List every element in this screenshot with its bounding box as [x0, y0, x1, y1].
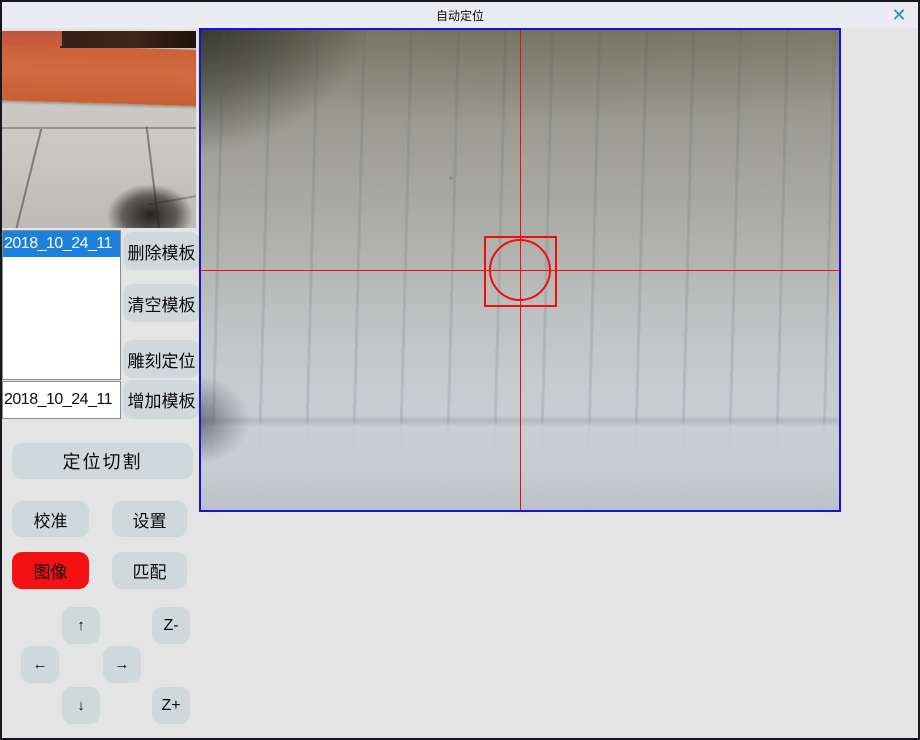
jog-up-button[interactable]: ↑ [62, 607, 100, 644]
title-bar: 自动定位 ✕ [2, 2, 918, 28]
auto-position-dialog: 自动定位 ✕ 2018_10_24_11 删除模板 清空模板 雕刻定位 增加模板… [0, 0, 920, 740]
template-name-input[interactable] [2, 381, 121, 419]
jog-left-button[interactable]: ← [21, 646, 59, 683]
close-icon[interactable]: ✕ [886, 3, 912, 27]
template-list-item[interactable]: 2018_10_24_11 [3, 231, 120, 257]
calibrate-button[interactable]: 校准 [12, 501, 89, 537]
thumbnail-grout-line [8, 129, 42, 228]
jog-z-minus-button[interactable]: Z- [152, 607, 190, 644]
template-thumbnail [2, 31, 196, 228]
engrave-position-button[interactable]: 雕刻定位 [123, 340, 200, 378]
thumbnail-dark-object [90, 172, 196, 228]
jog-down-button[interactable]: ↓ [62, 687, 100, 724]
position-cut-button[interactable]: 定位切割 [12, 443, 193, 479]
thumbnail-orange-beam [2, 44, 196, 106]
left-arrow-icon: ← [33, 656, 48, 673]
jog-right-button[interactable]: → [103, 646, 141, 683]
template-list[interactable]: 2018_10_24_11 [2, 230, 121, 380]
clear-templates-button[interactable]: 清空模板 [123, 284, 200, 322]
match-button[interactable]: 匹配 [112, 552, 187, 589]
add-template-button[interactable]: 增加模板 [123, 380, 200, 419]
jog-z-plus-button[interactable]: Z+ [152, 687, 190, 724]
thumbnail-dark-band [60, 31, 196, 48]
right-arrow-icon: → [115, 656, 130, 673]
dialog-title: 自动定位 [436, 7, 484, 24]
up-arrow-icon: ↑ [77, 617, 85, 634]
target-circle-overlay [489, 239, 551, 301]
camera-view[interactable] [199, 28, 841, 512]
settings-button[interactable]: 设置 [112, 501, 187, 537]
delete-template-button[interactable]: 删除模板 [123, 232, 200, 270]
thumbnail-red-block [2, 31, 62, 46]
image-button[interactable]: 图像 [12, 552, 89, 589]
thumbnail-grout-line [2, 127, 196, 129]
down-arrow-icon: ↓ [77, 697, 85, 714]
